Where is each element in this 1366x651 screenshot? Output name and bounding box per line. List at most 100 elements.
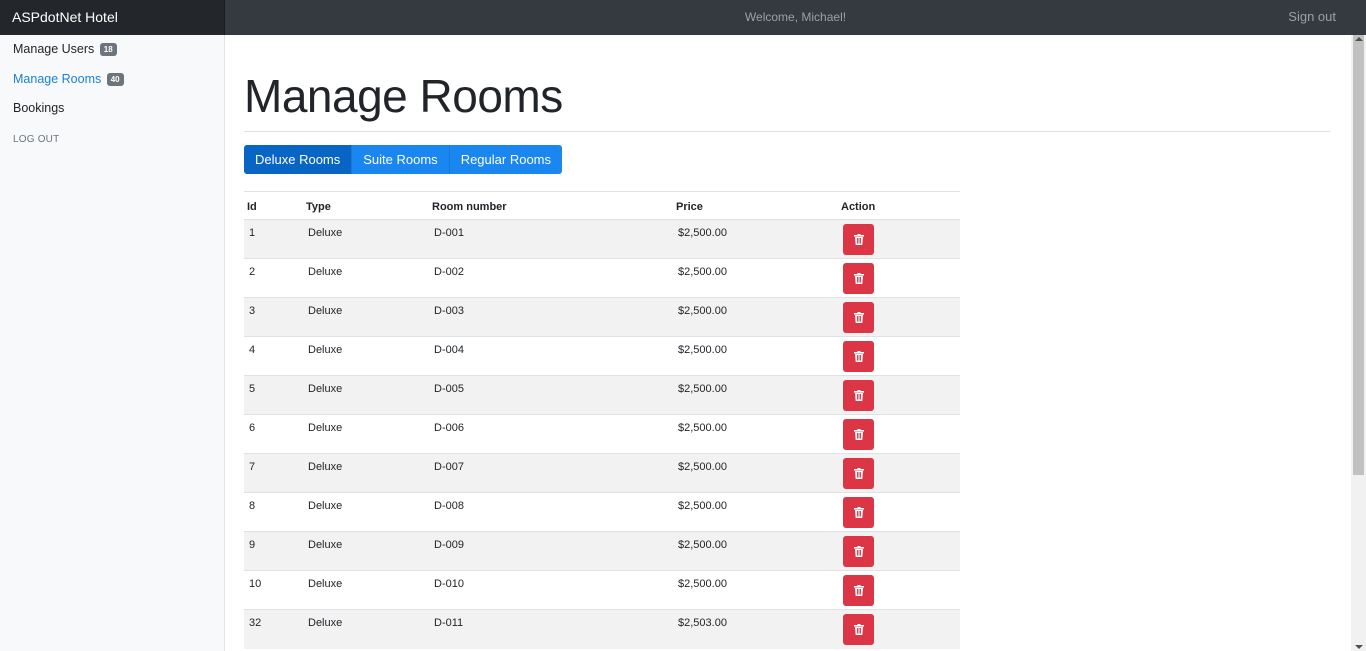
cell-price: $2,500.00: [673, 453, 838, 493]
cell-room-number: D-009: [429, 531, 673, 571]
top-navbar: ASPdotNet Hotel Welcome, Michael! Sign o…: [0, 0, 1366, 35]
cell-price: $2,500.00: [673, 375, 838, 415]
brand-title[interactable]: ASPdotNet Hotel: [0, 0, 225, 35]
sidebar-item-manage-users[interactable]: Manage Users 18: [0, 35, 224, 65]
cell-id: 10: [244, 570, 303, 610]
scroll-up-arrow-icon[interactable]: [1355, 37, 1363, 41]
sign-out-link[interactable]: Sign out: [1288, 0, 1336, 35]
cell-id: 1: [244, 219, 303, 259]
cell-room-number: D-004: [429, 336, 673, 376]
column-header-type: Type: [303, 191, 429, 220]
cell-id: 4: [244, 336, 303, 376]
sidebar: Manage Users 18 Manage Rooms 40 Bookings…: [0, 35, 225, 651]
sidebar-item-label: Bookings: [13, 101, 65, 115]
cell-room-number: D-003: [429, 297, 673, 337]
rooms-table-body: 1 Deluxe D-001 $2,500.00 2 Deluxe D-002 $2,500.…: [244, 219, 960, 649]
cell-action: [838, 492, 960, 532]
cell-room-number: D-008: [429, 492, 673, 532]
cell-price: $2,500.00: [673, 258, 838, 298]
cell-action: [838, 258, 960, 298]
cell-action: [838, 219, 960, 259]
trash-icon: [853, 585, 864, 596]
cell-type: Deluxe: [303, 336, 429, 376]
welcome-text: Welcome, Michael!: [744, 10, 847, 24]
cell-type: Deluxe: [303, 531, 429, 571]
cell-price: $2,500.00: [673, 570, 838, 610]
cell-room-number: D-001: [429, 219, 673, 259]
delete-room-button[interactable]: [843, 575, 874, 606]
delete-room-button[interactable]: [843, 263, 874, 294]
trash-icon: [853, 390, 864, 401]
vertical-scrollbar[interactable]: [1351, 35, 1366, 651]
cell-id: 3: [244, 297, 303, 337]
cell-room-number: D-005: [429, 375, 673, 415]
scroll-down-arrow-icon[interactable]: [1355, 645, 1363, 649]
cell-price: $2,500.00: [673, 492, 838, 532]
delete-room-button[interactable]: [843, 497, 874, 528]
cell-action: [838, 570, 960, 610]
logout-link[interactable]: LOG OUT: [0, 134, 224, 145]
column-header-room-number: Room number: [429, 191, 673, 220]
cell-type: Deluxe: [303, 219, 429, 259]
delete-room-button[interactable]: [843, 224, 874, 255]
column-header-price: Price: [673, 191, 838, 220]
scrollbar-thumb[interactable]: [1353, 35, 1364, 475]
cell-price: $2,500.00: [673, 336, 838, 376]
cell-action: [838, 453, 960, 493]
table-row: 9 Deluxe D-009 $2,500.00: [244, 531, 960, 571]
delete-room-button[interactable]: [843, 341, 874, 372]
table-row: 3 Deluxe D-003 $2,500.00: [244, 297, 960, 337]
tab-suite-rooms[interactable]: Suite Rooms: [351, 145, 449, 174]
rooms-table: Id Type Room number Price Action 1 Deluxe…: [244, 191, 960, 649]
cell-action: [838, 609, 960, 649]
sidebar-item-bookings[interactable]: Bookings: [0, 94, 224, 124]
cell-type: Deluxe: [303, 258, 429, 298]
table-row: 1 Deluxe D-001 $2,500.00: [244, 219, 960, 259]
column-header-id: Id: [244, 191, 303, 220]
delete-room-button[interactable]: [843, 380, 874, 411]
cell-action: [838, 531, 960, 571]
cell-id: 6: [244, 414, 303, 454]
cell-price: $2,500.00: [673, 297, 838, 337]
cell-price: $2,503.00: [673, 609, 838, 649]
cell-action: [838, 414, 960, 454]
room-type-tabs: Deluxe Rooms Suite Rooms Regular Rooms: [244, 145, 563, 174]
cell-price: $2,500.00: [673, 531, 838, 571]
table-row: 32 Deluxe D-011 $2,503.00: [244, 609, 960, 649]
page-title: Manage Rooms: [244, 70, 563, 122]
tab-deluxe-rooms[interactable]: Deluxe Rooms: [244, 145, 352, 174]
delete-room-button[interactable]: [843, 614, 874, 645]
cell-id: 9: [244, 531, 303, 571]
table-row: 10 Deluxe D-010 $2,500.00: [244, 570, 960, 610]
cell-id: 2: [244, 258, 303, 298]
trash-icon: [853, 312, 864, 323]
table-row: 2 Deluxe D-002 $2,500.00: [244, 258, 960, 298]
tab-regular-rooms[interactable]: Regular Rooms: [448, 145, 563, 174]
sidebar-item-label: Manage Users: [13, 42, 95, 56]
cell-type: Deluxe: [303, 297, 429, 337]
sidebar-item-manage-rooms[interactable]: Manage Rooms 40: [0, 65, 224, 95]
cell-type: Deluxe: [303, 609, 429, 649]
delete-room-button[interactable]: [843, 458, 874, 489]
trash-icon: [853, 273, 864, 284]
trash-icon: [853, 234, 864, 245]
delete-room-button[interactable]: [843, 302, 874, 333]
cell-id: 7: [244, 453, 303, 493]
cell-action: [838, 336, 960, 376]
delete-room-button[interactable]: [843, 419, 874, 450]
delete-room-button[interactable]: [843, 536, 874, 567]
trash-icon: [853, 546, 864, 557]
cell-room-number: D-007: [429, 453, 673, 493]
trash-icon: [853, 429, 864, 440]
cell-room-number: D-002: [429, 258, 673, 298]
title-divider: [244, 131, 1330, 132]
trash-icon: [853, 624, 864, 635]
cell-id: 8: [244, 492, 303, 532]
cell-id: 5: [244, 375, 303, 415]
users-count-badge: 18: [99, 43, 117, 56]
trash-icon: [853, 468, 864, 479]
table-row: 6 Deluxe D-006 $2,500.00: [244, 414, 960, 454]
table-header-row: Id Type Room number Price Action: [244, 191, 960, 220]
sidebar-item-label: Manage Rooms: [13, 71, 102, 86]
table-row: 8 Deluxe D-008 $2,500.00: [244, 492, 960, 532]
